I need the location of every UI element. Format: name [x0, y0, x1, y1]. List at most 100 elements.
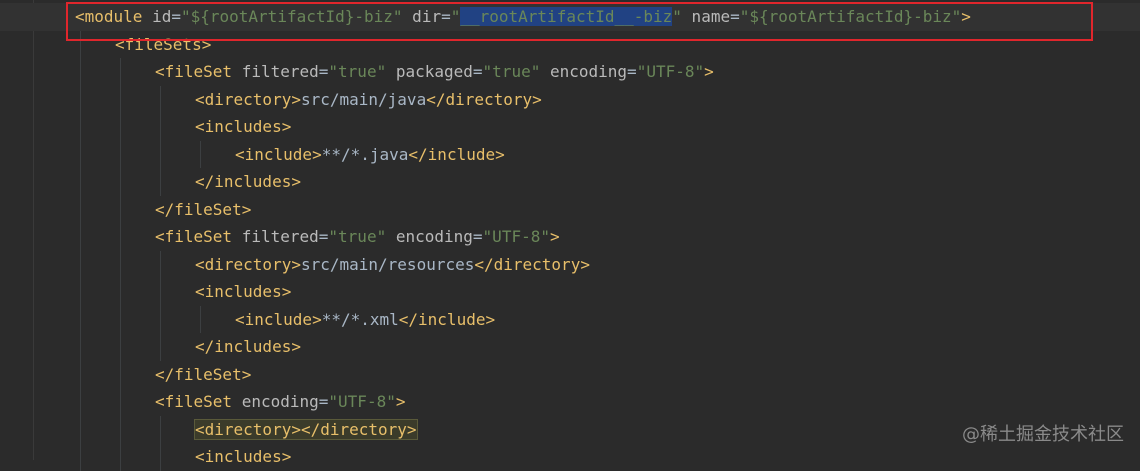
code-token: **/*.xml [321, 309, 399, 329]
code-token: src/main/java [300, 89, 427, 109]
code-token: </include> [398, 309, 496, 329]
code-line[interactable]: <include>**/*.java</include> [235, 141, 505, 169]
watermark: @稀土掘金技术社区 [962, 424, 1124, 445]
code-token: encoding [540, 62, 628, 81]
indent-guide [160, 140, 161, 168]
code-token: = [318, 392, 329, 411]
code-token: > [395, 392, 406, 411]
indent-guide [80, 113, 81, 141]
code-token: <includes> [195, 117, 292, 136]
code-line[interactable]: <fileSet filtered="true" packaged="true"… [155, 58, 714, 86]
indent-guide [80, 333, 81, 361]
code-token: "UTF-8" [482, 227, 550, 246]
indent-guide [120, 388, 121, 416]
code-token: <directory></directory> [194, 418, 418, 440]
code-token: encoding [386, 227, 473, 246]
code-token: "UTF-8" [636, 62, 705, 81]
indent-guide [80, 278, 81, 306]
indent-guide [80, 415, 81, 443]
code-line[interactable]: <include>**/*.xml</include> [235, 306, 495, 334]
indent-guide [80, 195, 81, 223]
code-token: > [549, 227, 560, 246]
code-token: <fileSet [155, 227, 233, 246]
highlight-annotation-box [66, 2, 1093, 41]
code-token: </fileSet> [155, 364, 252, 384]
indent-guide [160, 415, 161, 443]
code-token: </include> [408, 144, 505, 164]
indent-guide [200, 305, 201, 333]
code-token: **/*.java [321, 144, 409, 164]
indent-guide [80, 223, 81, 251]
code-token: </includes> [195, 172, 301, 191]
indent-guide [120, 85, 121, 113]
indent-guide [80, 360, 81, 388]
code-line[interactable]: <directory>src/main/java</directory> [195, 86, 542, 114]
code-token: "true" [482, 62, 541, 81]
indent-guide [120, 58, 121, 86]
indent-guide [160, 250, 161, 278]
code-token: "true" [328, 62, 387, 81]
indent-guide [80, 58, 81, 86]
code-line[interactable]: <includes> [195, 113, 291, 141]
indent-guide [80, 250, 81, 278]
code-line[interactable]: <fileSet encoding="UTF-8"> [155, 388, 405, 416]
indent-guide [120, 360, 121, 388]
code-token: </directory> [426, 89, 542, 109]
code-token: = [472, 227, 483, 246]
code-token: encoding [232, 392, 319, 411]
indent-guide [120, 113, 121, 141]
indent-guide [120, 415, 121, 443]
code-line[interactable]: <directory>src/main/resources</directory… [195, 251, 590, 279]
code-line[interactable]: <includes> [195, 278, 291, 306]
indent-guide [160, 278, 161, 306]
code-token: <directory> [195, 89, 301, 109]
code-token: packaged [386, 62, 473, 81]
indent-guide [120, 250, 121, 278]
indent-guide [120, 223, 121, 251]
indent-guide [120, 195, 121, 223]
indent-guide [120, 305, 121, 333]
indent-guide [120, 168, 121, 196]
indent-guide [80, 85, 81, 113]
code-token: filtered [232, 62, 319, 81]
code-line[interactable]: <fileSet filtered="true" encoding="UTF-8… [155, 223, 560, 251]
code-line[interactable]: <directory></directory> [194, 416, 418, 444]
code-token: = [318, 62, 329, 81]
code-token: <directory> [195, 254, 301, 274]
indent-guide [160, 113, 161, 141]
indent-guide [160, 333, 161, 361]
code-token: </fileSet> [155, 199, 252, 219]
code-editor[interactable]: <module id="${rootArtifactId}-biz" dir="… [0, 0, 1140, 471]
indent-guide [120, 333, 121, 361]
code-token: = [318, 227, 329, 246]
code-token: <include> [235, 309, 322, 329]
indent-guide [80, 388, 81, 416]
code-line[interactable]: </fileSet> [155, 361, 251, 389]
indent-guide [120, 443, 121, 471]
code-token: = [472, 62, 483, 81]
code-token: filtered [232, 227, 319, 246]
indent-guide [160, 443, 161, 471]
code-token: <fileSet [155, 392, 233, 411]
code-line[interactable]: </includes> [195, 333, 301, 361]
indent-guide [80, 443, 81, 471]
indent-guide [160, 85, 161, 113]
indent-guide [80, 168, 81, 196]
code-token: "UTF-8" [328, 392, 396, 411]
code-token: </includes> [195, 337, 301, 356]
code-line[interactable]: </includes> [195, 168, 301, 196]
indent-guide [160, 305, 161, 333]
code-line[interactable]: </fileSet> [155, 196, 251, 224]
code-token: <include> [235, 144, 322, 164]
code-token: <includes> [195, 282, 292, 301]
code-token: = [627, 62, 637, 81]
code-token: > [704, 62, 714, 81]
code-token: </directory> [474, 254, 590, 274]
indent-guide [80, 305, 81, 333]
indent-guide [200, 140, 201, 168]
gutter-divider [33, 0, 34, 460]
code-line[interactable]: <includes> [195, 443, 291, 471]
code-token: <fileSet [155, 62, 233, 81]
indent-guide [80, 140, 81, 168]
indent-guide [120, 140, 121, 168]
